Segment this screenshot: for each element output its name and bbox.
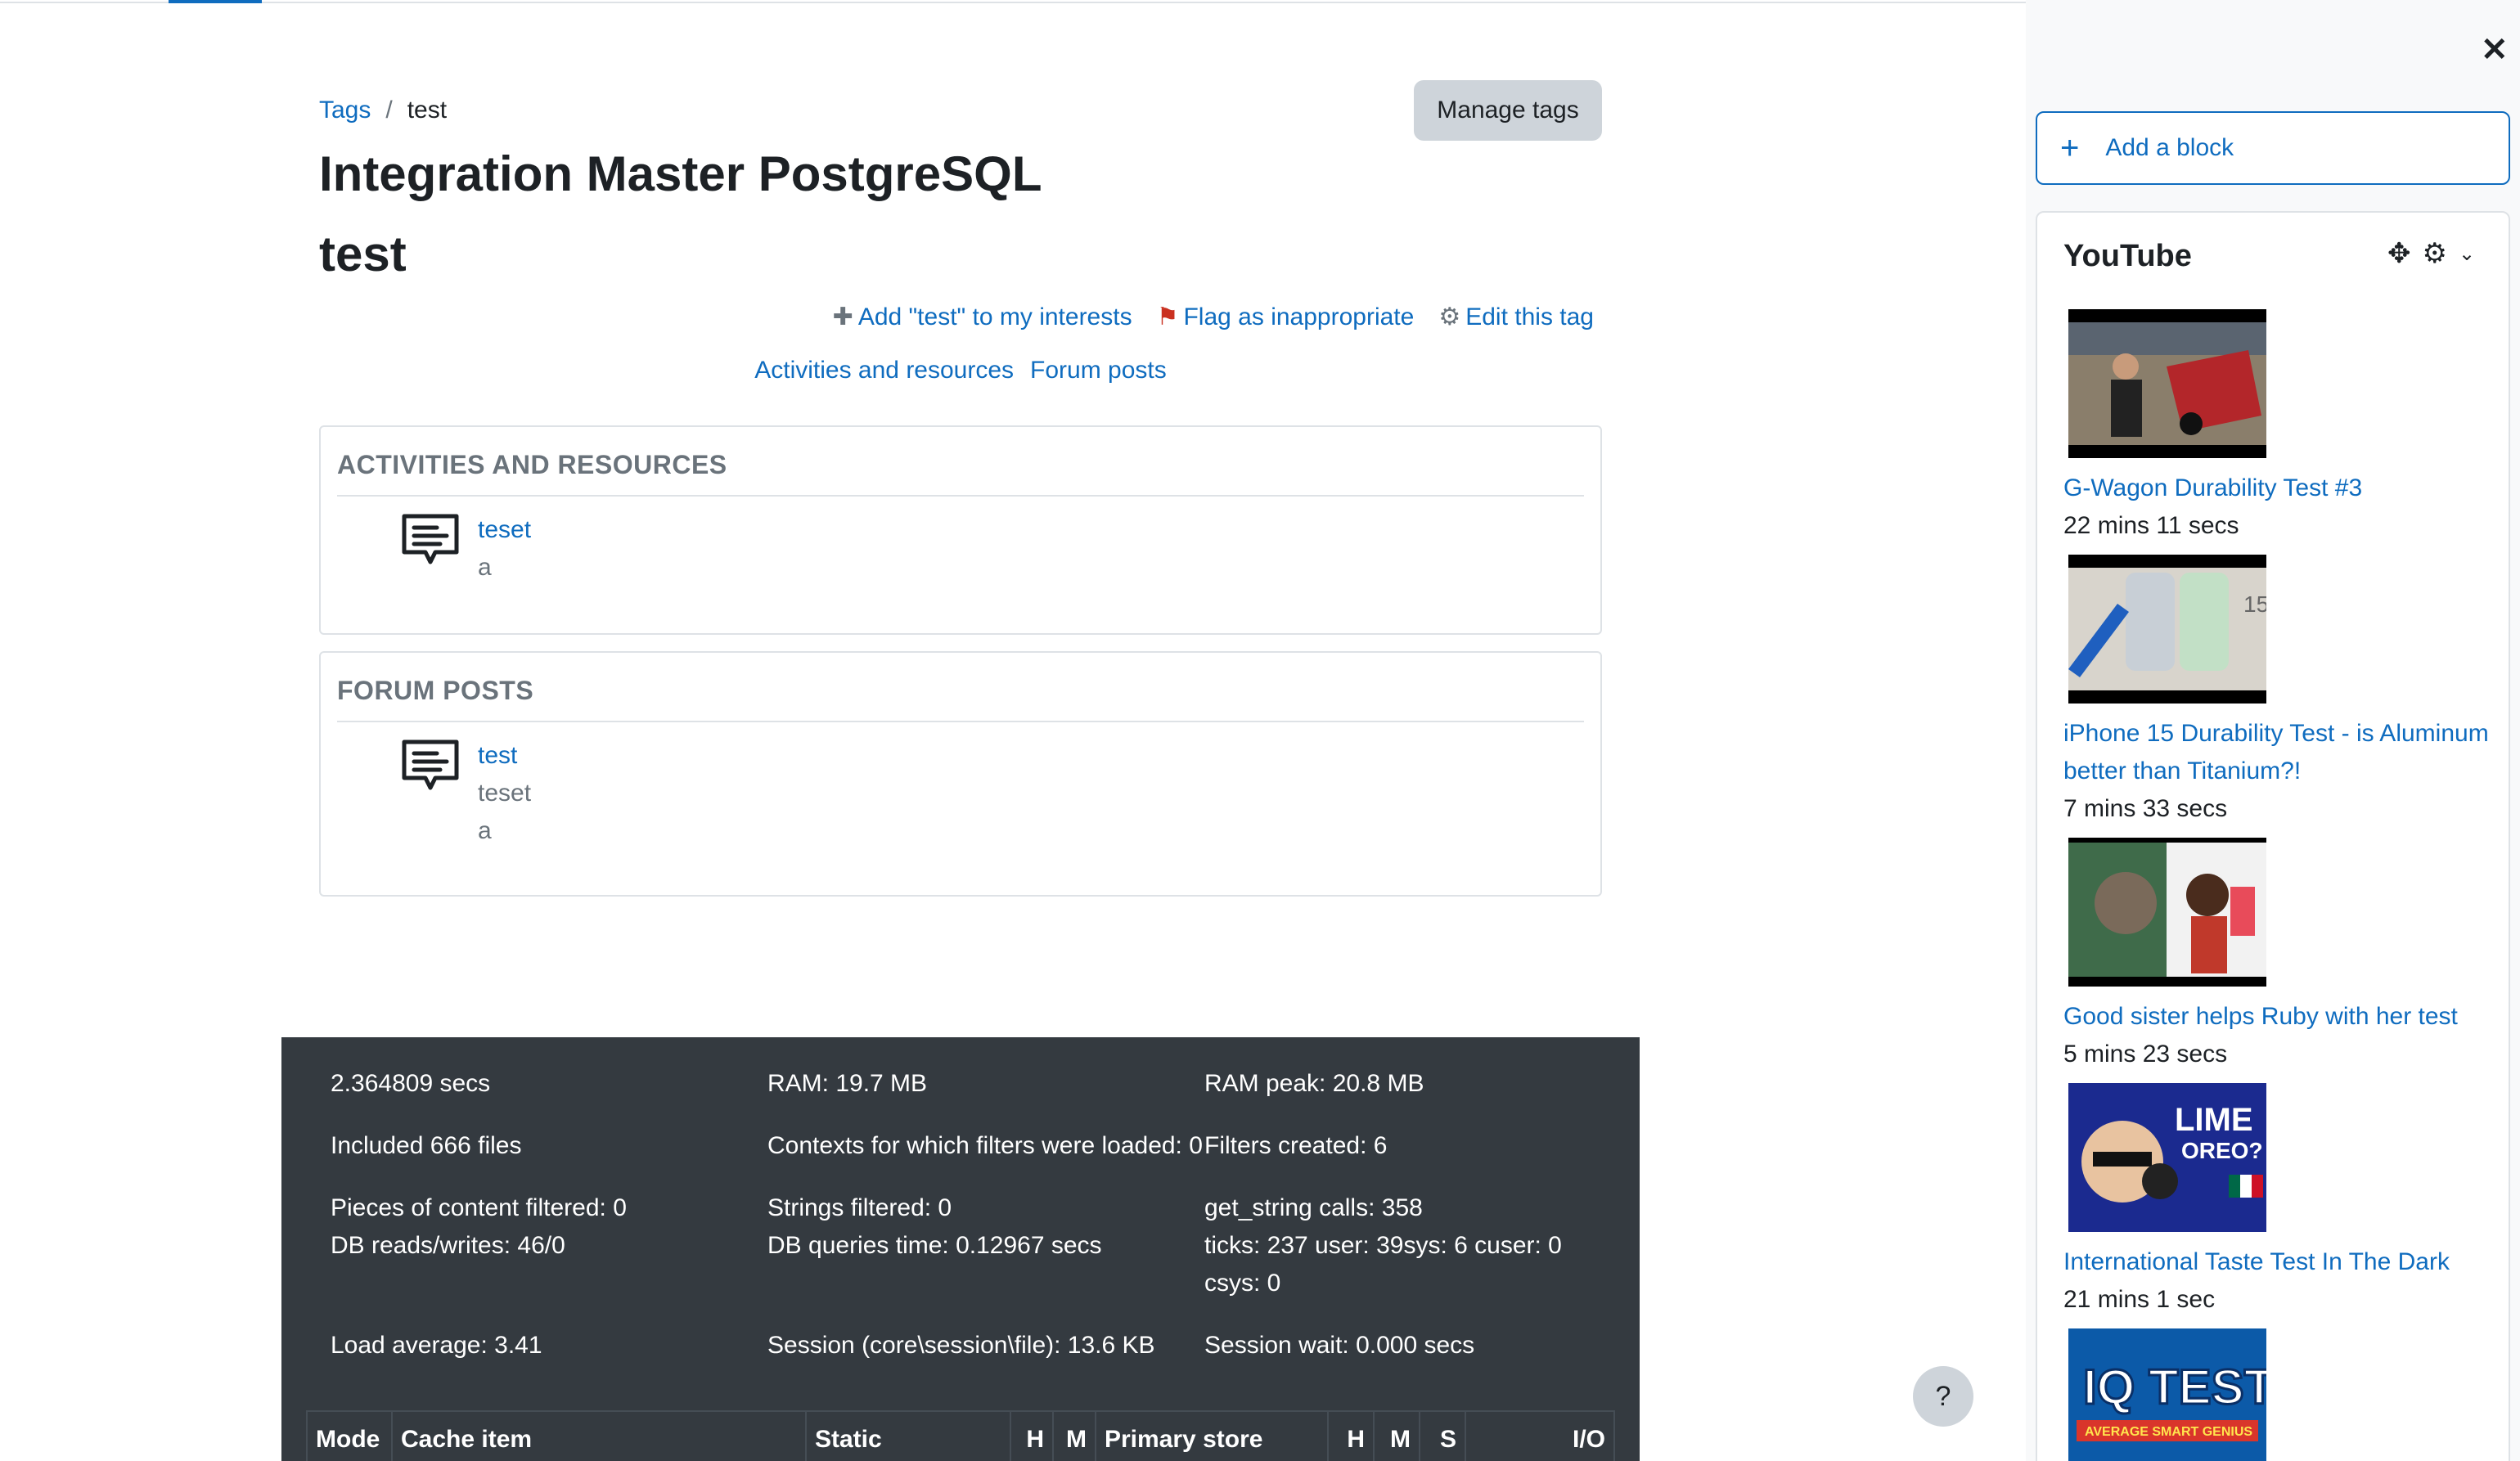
- close-icon[interactable]: ✕: [2481, 31, 2509, 69]
- thumb-text-lime: LIME: [2175, 1102, 2253, 1138]
- col-mode: Mode: [306, 1410, 393, 1461]
- forum-posts-box: FORUM POSTS test teset a: [319, 651, 1602, 897]
- forum-icon: [402, 739, 459, 790]
- manage-tags-button[interactable]: Manage tags: [1414, 80, 1602, 141]
- top-nav-border: [0, 0, 2026, 3]
- col-cache-item: Cache item: [391, 1410, 807, 1461]
- col-m: M: [1052, 1410, 1096, 1461]
- activity-link[interactable]: teset: [478, 516, 531, 543]
- perf-get-string: get_string calls: 358: [1204, 1194, 1423, 1221]
- table-header-row: Mode Cache item Static H M Primary store…: [306, 1410, 1615, 1461]
- edit-tag-link[interactable]: ⚙ Edit this tag: [1438, 303, 1594, 331]
- add-to-interests-label: Add "test" to my interests: [857, 303, 1132, 330]
- perf-session: Session (core\session\file): 13.6 KB: [767, 1332, 1155, 1359]
- right-block-drawer: ✕ + Add a block YouTube ✥ ⚙ ⌄ G-Wagon Du…: [2026, 0, 2520, 1461]
- tag-title: test: [319, 227, 407, 281]
- col-primary-store: Primary store: [1095, 1410, 1329, 1461]
- forum-icon: [402, 514, 459, 564]
- video-link[interactable]: G-Wagon Durability Test #3: [2063, 470, 2505, 507]
- list-item: test teset a: [399, 737, 1600, 850]
- gear-icon[interactable]: ⚙: [2423, 237, 2447, 270]
- video-thumbnail[interactable]: [2068, 309, 2266, 458]
- video-duration: 7 mins 33 secs: [2063, 795, 2228, 822]
- performance-footer: 2.364809 secs RAM: 19.7 MB RAM peak: 20.…: [281, 1037, 1640, 1461]
- list-item: 15 iPhone 15 Durability Test - is Alumin…: [2063, 555, 2505, 828]
- perf-ram-peak: RAM peak: 20.8 MB: [1204, 1070, 1424, 1097]
- youtube-block-title: YouTube: [2063, 239, 2192, 273]
- breadcrumb-tags-link[interactable]: Tags: [319, 97, 371, 124]
- forum-name: teset: [478, 780, 532, 807]
- perf-load: Load average: 3.41: [331, 1332, 542, 1359]
- video-duration: 5 mins 23 secs: [2063, 1041, 2228, 1068]
- activities-nav-link[interactable]: Activities and resources: [754, 357, 1014, 384]
- tag-actions: ✚ Add "test" to my interests ⚑ Flag as i…: [319, 303, 1602, 331]
- flag-inappropriate-label: Flag as inappropriate: [1183, 303, 1415, 330]
- thumb-text-iq: IQ TEST: [2083, 1360, 2266, 1414]
- list-item: teset a: [399, 511, 1600, 587]
- activities-resources-box: ACTIVITIES AND RESOURCES teset a: [319, 425, 1602, 635]
- forum-course: a: [478, 817, 492, 844]
- video-link[interactable]: Good sister helps Ruby with her test: [2063, 998, 2505, 1036]
- cache-table: Mode Cache item Static H M Primary store…: [306, 1410, 1615, 1461]
- add-block-button[interactable]: + Add a block: [2036, 111, 2510, 185]
- edit-tag-label: Edit this tag: [1465, 303, 1594, 330]
- perf-session-wait: Session wait: 0.000 secs: [1204, 1332, 1475, 1359]
- list-item: Good sister helps Ruby with her test 5 m…: [2063, 838, 2505, 1073]
- video-thumbnail[interactable]: IQ TEST AVERAGE SMART GENIUS: [2068, 1328, 2266, 1461]
- video-duration: 22 mins 11 secs: [2063, 512, 2239, 539]
- forum-post-link[interactable]: test: [478, 742, 517, 769]
- perf-pieces: Pieces of content filtered: 0: [331, 1194, 627, 1221]
- video-thumbnail[interactable]: [2068, 838, 2266, 987]
- forum-posts-heading: FORUM POSTS: [337, 676, 1584, 722]
- perf-ticks: ticks: 237 user: 39sys: 6 cuser: 0 csys:…: [1204, 1232, 1562, 1297]
- perf-strings: Strings filtered: 0: [767, 1194, 952, 1221]
- breadcrumb: Tags / test: [319, 97, 447, 124]
- activity-course: a: [478, 554, 492, 581]
- thumb-text-15: 15: [2243, 591, 2266, 617]
- forum-posts-nav-link[interactable]: Forum posts: [1030, 357, 1167, 384]
- list-item: IQ TEST AVERAGE SMART GENIUS: [2063, 1328, 2505, 1461]
- video-thumbnail[interactable]: 15: [2068, 555, 2266, 704]
- col-h: H: [1010, 1410, 1054, 1461]
- youtube-block: YouTube ✥ ⚙ ⌄ G-Wagon Durability Test #3…: [2036, 211, 2510, 1461]
- perf-db-time: DB queries time: 0.12967 secs: [767, 1232, 1102, 1259]
- perf-contexts: Contexts for which filters were loaded: …: [767, 1132, 1203, 1159]
- thumb-text-oreo: OREO?: [2181, 1138, 2263, 1163]
- video-thumbnail[interactable]: LIME OREO?: [2068, 1083, 2266, 1232]
- perf-filters: Filters created: 6: [1204, 1132, 1388, 1159]
- perf-included: Included 666 files: [331, 1132, 522, 1159]
- perf-time: 2.364809 secs: [331, 1070, 491, 1097]
- plus-icon: +: [2060, 129, 2080, 166]
- col-static: Static: [805, 1410, 1011, 1461]
- flag-inappropriate-link[interactable]: ⚑ Flag as inappropriate: [1157, 303, 1415, 331]
- col-io: I/O: [1465, 1410, 1615, 1461]
- video-link[interactable]: International Taste Test In The Dark: [2063, 1243, 2505, 1281]
- tag-section-nav: Activities and resources Forum posts: [319, 357, 1602, 384]
- add-to-interests-link[interactable]: ✚ Add "test" to my interests: [833, 303, 1132, 331]
- list-item: G-Wagon Durability Test #3 22 mins 11 se…: [2063, 309, 2505, 545]
- breadcrumb-current: test: [407, 97, 448, 124]
- activities-heading: ACTIVITIES AND RESOURCES: [337, 450, 1584, 497]
- add-block-label: Add a block: [2105, 134, 2234, 161]
- chevron-down-icon[interactable]: ⌄: [2459, 242, 2475, 266]
- col-h2: H: [1327, 1410, 1375, 1461]
- perf-ram: RAM: 19.7 MB: [767, 1070, 928, 1097]
- col-s: S: [1419, 1410, 1466, 1461]
- active-nav-indicator: [169, 0, 262, 3]
- site-title: Integration Master PostgreSQL: [319, 146, 1042, 201]
- plus-icon: ✚: [832, 303, 853, 330]
- help-button[interactable]: ?: [1913, 1366, 1973, 1427]
- perf-db-rw: DB reads/writes: 46/0: [331, 1232, 565, 1259]
- col-m2: M: [1373, 1410, 1420, 1461]
- list-item: LIME OREO? International Taste Test In T…: [2063, 1083, 2505, 1319]
- thumb-text-iq-sub: AVERAGE SMART GENIUS: [2085, 1425, 2252, 1439]
- gear-icon: ⚙: [1438, 303, 1461, 330]
- breadcrumb-separator: /: [385, 97, 393, 124]
- move-icon[interactable]: ✥: [2387, 237, 2411, 270]
- flag-icon: ⚑: [1156, 303, 1179, 330]
- video-link[interactable]: iPhone 15 Durability Test - is Aluminum …: [2063, 715, 2505, 790]
- video-duration: 21 mins 1 sec: [2063, 1286, 2216, 1313]
